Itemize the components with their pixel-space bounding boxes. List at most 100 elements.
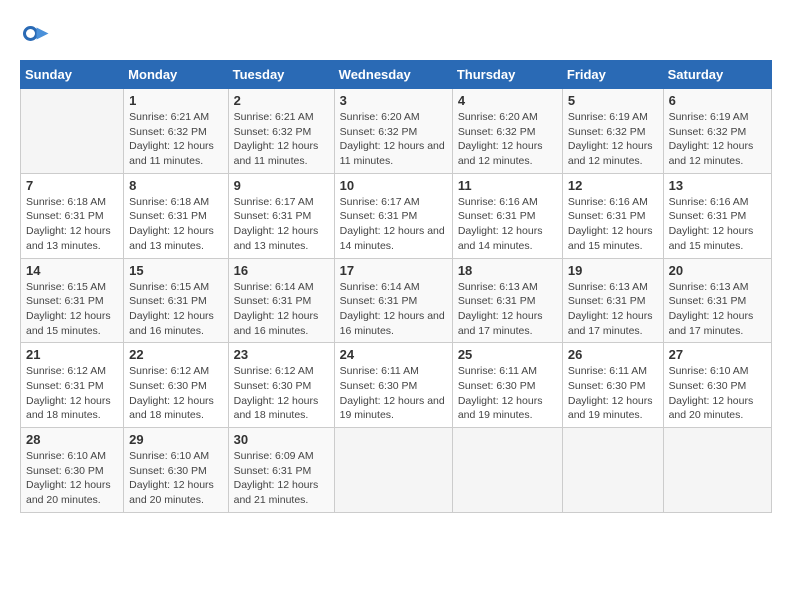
calendar-cell: 1Sunrise: 6:21 AMSunset: 6:32 PMDaylight… xyxy=(124,89,228,174)
cell-detail: Sunrise: 6:15 AMSunset: 6:31 PMDaylight:… xyxy=(129,280,222,339)
calendar-cell: 25Sunrise: 6:11 AMSunset: 6:30 PMDayligh… xyxy=(452,343,562,428)
cell-detail: Sunrise: 6:10 AMSunset: 6:30 PMDaylight:… xyxy=(26,449,118,508)
header-cell-monday: Monday xyxy=(124,61,228,89)
calendar-cell: 12 Sunrise: 6:16 AMSunset: 6:31 PMDayligh… xyxy=(562,173,663,258)
week-row-4: 28 Sunrise: 6:10 AMSunset: 6:30 PMDayligh… xyxy=(21,428,772,513)
cell-detail: Sunrise: 6:12 AMSunset: 6:30 PMDaylight:… xyxy=(129,364,222,423)
cell-detail: Sunrise: 6:21 AMSunset: 6:32 PMDaylight:… xyxy=(234,110,329,169)
header-cell-sunday: Sunday xyxy=(21,61,124,89)
cell-detail: Sunrise: 6:15 AMSunset: 6:31 PMDaylight:… xyxy=(26,280,118,339)
calendar-cell: 5 Sunrise: 6:19 AMSunset: 6:32 PMDaylight… xyxy=(562,89,663,174)
calendar-cell: 27 Sunrise: 6:10 AMSunset: 6:30 PMDayligh… xyxy=(663,343,771,428)
calendar-cell: 8 Sunrise: 6:18 AMSunset: 6:31 PMDaylight… xyxy=(124,173,228,258)
cell-detail: Sunrise: 6:16 AMSunset: 6:31 PMDaylight:… xyxy=(669,195,766,254)
day-number: 20 xyxy=(669,263,766,278)
day-number: 23 xyxy=(234,347,329,362)
day-number: 19 xyxy=(568,263,658,278)
week-row-2: 14 Sunrise: 6:15 AMSunset: 6:31 PMDayligh… xyxy=(21,258,772,343)
calendar-cell: 26 Sunrise: 6:11 AMSunset: 6:30 PMDayligh… xyxy=(562,343,663,428)
cell-detail: Sunrise: 6:18 AMSunset: 6:31 PMDaylight:… xyxy=(129,195,222,254)
cell-detail: Sunrise: 6:21 AMSunset: 6:32 PMDaylight:… xyxy=(129,110,222,169)
calendar-cell: 2 Sunrise: 6:21 AMSunset: 6:32 PMDaylight… xyxy=(228,89,334,174)
cell-detail: Sunrise: 6:18 AMSunset: 6:31 PMDaylight:… xyxy=(26,195,118,254)
header xyxy=(20,20,772,50)
calendar-cell: 16 Sunrise: 6:14 AMSunset: 6:31 PMDayligh… xyxy=(228,258,334,343)
cell-detail: Sunrise: 6:14 AMSunset: 6:31 PMDaylight:… xyxy=(340,280,447,339)
calendar-cell: 3 Sunrise: 6:20 AMSunset: 6:32 PMDaylight… xyxy=(334,89,452,174)
calendar-cell: 4Sunrise: 6:20 AMSunset: 6:32 PMDaylight… xyxy=(452,89,562,174)
week-row-0: 1Sunrise: 6:21 AMSunset: 6:32 PMDaylight… xyxy=(21,89,772,174)
cell-detail: Sunrise: 6:16 AMSunset: 6:31 PMDaylight:… xyxy=(458,195,557,254)
day-number: 16 xyxy=(234,263,329,278)
calendar-cell: 30Sunrise: 6:09 AMSunset: 6:31 PMDayligh… xyxy=(228,428,334,513)
cell-detail: Sunrise: 6:17 AMSunset: 6:31 PMDaylight:… xyxy=(340,195,447,254)
calendar-cell: 21Sunrise: 6:12 AMSunset: 6:31 PMDayligh… xyxy=(21,343,124,428)
calendar-cell xyxy=(21,89,124,174)
calendar-cell: 10 Sunrise: 6:17 AMSunset: 6:31 PMDayligh… xyxy=(334,173,452,258)
calendar-cell xyxy=(334,428,452,513)
calendar-cell: 20Sunrise: 6:13 AMSunset: 6:31 PMDayligh… xyxy=(663,258,771,343)
calendar-cell xyxy=(452,428,562,513)
cell-detail: Sunrise: 6:11 AMSunset: 6:30 PMDaylight:… xyxy=(340,364,447,423)
day-number: 24 xyxy=(340,347,447,362)
day-number: 12 xyxy=(568,178,658,193)
header-cell-thursday: Thursday xyxy=(452,61,562,89)
day-number: 14 xyxy=(26,263,118,278)
calendar-cell: 15 Sunrise: 6:15 AMSunset: 6:31 PMDayligh… xyxy=(124,258,228,343)
calendar-cell: 13 Sunrise: 6:16 AMSunset: 6:31 PMDayligh… xyxy=(663,173,771,258)
cell-detail: Sunrise: 6:10 AMSunset: 6:30 PMDaylight:… xyxy=(129,449,222,508)
day-number: 3 xyxy=(340,93,447,108)
day-number: 28 xyxy=(26,432,118,447)
calendar-cell: 6 Sunrise: 6:19 AMSunset: 6:32 PMDaylight… xyxy=(663,89,771,174)
day-number: 29 xyxy=(129,432,222,447)
day-number: 18 xyxy=(458,263,557,278)
day-number: 15 xyxy=(129,263,222,278)
calendar-cell: 17 Sunrise: 6:14 AMSunset: 6:31 PMDayligh… xyxy=(334,258,452,343)
day-number: 26 xyxy=(568,347,658,362)
calendar-cell: 9 Sunrise: 6:17 AMSunset: 6:31 PMDaylight… xyxy=(228,173,334,258)
day-number: 13 xyxy=(669,178,766,193)
day-number: 7 xyxy=(26,178,118,193)
cell-detail: Sunrise: 6:09 AMSunset: 6:31 PMDaylight:… xyxy=(234,449,329,508)
calendar-cell: 29 Sunrise: 6:10 AMSunset: 6:30 PMDayligh… xyxy=(124,428,228,513)
calendar-cell: 11 Sunrise: 6:16 AMSunset: 6:31 PMDayligh… xyxy=(452,173,562,258)
cell-detail: Sunrise: 6:14 AMSunset: 6:31 PMDaylight:… xyxy=(234,280,329,339)
header-cell-saturday: Saturday xyxy=(663,61,771,89)
logo xyxy=(20,20,54,50)
header-cell-wednesday: Wednesday xyxy=(334,61,452,89)
calendar-cell: 14 Sunrise: 6:15 AMSunset: 6:31 PMDayligh… xyxy=(21,258,124,343)
day-number: 5 xyxy=(568,93,658,108)
day-number: 2 xyxy=(234,93,329,108)
cell-detail: Sunrise: 6:11 AMSunset: 6:30 PMDaylight:… xyxy=(568,364,658,423)
cell-detail: Sunrise: 6:13 AMSunset: 6:31 PMDaylight:… xyxy=(568,280,658,339)
cell-detail: Sunrise: 6:10 AMSunset: 6:30 PMDaylight:… xyxy=(669,364,766,423)
cell-detail: Sunrise: 6:13 AMSunset: 6:31 PMDaylight:… xyxy=(458,280,557,339)
calendar-cell: 23 Sunrise: 6:12 AMSunset: 6:30 PMDayligh… xyxy=(228,343,334,428)
day-number: 9 xyxy=(234,178,329,193)
header-cell-tuesday: Tuesday xyxy=(228,61,334,89)
calendar-cell: 18 Sunrise: 6:13 AMSunset: 6:31 PMDayligh… xyxy=(452,258,562,343)
cell-detail: Sunrise: 6:17 AMSunset: 6:31 PMDaylight:… xyxy=(234,195,329,254)
calendar-cell xyxy=(562,428,663,513)
calendar-cell: 24 Sunrise: 6:11 AMSunset: 6:30 PMDayligh… xyxy=(334,343,452,428)
cell-detail: Sunrise: 6:19 AMSunset: 6:32 PMDaylight:… xyxy=(669,110,766,169)
day-number: 8 xyxy=(129,178,222,193)
cell-detail: Sunrise: 6:19 AMSunset: 6:32 PMDaylight:… xyxy=(568,110,658,169)
header-row: SundayMondayTuesdayWednesdayThursdayFrid… xyxy=(21,61,772,89)
day-number: 27 xyxy=(669,347,766,362)
week-row-3: 21Sunrise: 6:12 AMSunset: 6:31 PMDayligh… xyxy=(21,343,772,428)
day-number: 11 xyxy=(458,178,557,193)
cell-detail: Sunrise: 6:12 AMSunset: 6:30 PMDaylight:… xyxy=(234,364,329,423)
day-number: 6 xyxy=(669,93,766,108)
calendar-cell: 19 Sunrise: 6:13 AMSunset: 6:31 PMDayligh… xyxy=(562,258,663,343)
calendar-cell: 7 Sunrise: 6:18 AMSunset: 6:31 PMDaylight… xyxy=(21,173,124,258)
cell-detail: Sunrise: 6:20 AMSunset: 6:32 PMDaylight:… xyxy=(340,110,447,169)
week-row-1: 7 Sunrise: 6:18 AMSunset: 6:31 PMDaylight… xyxy=(21,173,772,258)
cell-detail: Sunrise: 6:20 AMSunset: 6:32 PMDaylight:… xyxy=(458,110,557,169)
day-number: 17 xyxy=(340,263,447,278)
day-number: 22 xyxy=(129,347,222,362)
cell-detail: Sunrise: 6:16 AMSunset: 6:31 PMDaylight:… xyxy=(568,195,658,254)
calendar-table: SundayMondayTuesdayWednesdayThursdayFrid… xyxy=(20,60,772,513)
day-number: 10 xyxy=(340,178,447,193)
calendar-cell xyxy=(663,428,771,513)
